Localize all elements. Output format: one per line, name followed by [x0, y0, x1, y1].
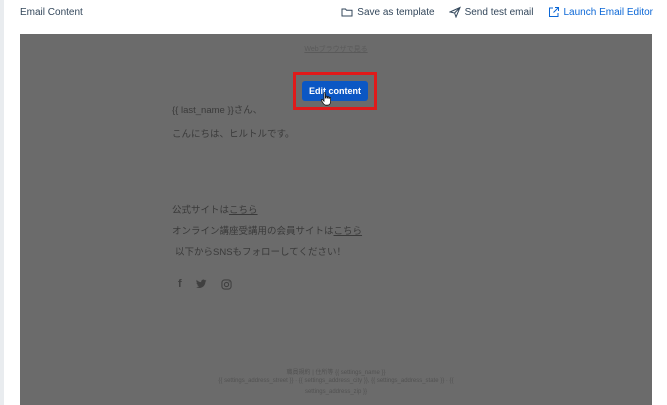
instagram-icon[interactable]	[221, 278, 232, 290]
edit-content-highlight: Edit content	[293, 72, 377, 110]
member-site-link[interactable]: こちら	[334, 226, 363, 237]
header: Email Content Save as template Send test…	[0, 0, 667, 30]
launch-email-editor-button[interactable]: Launch Email Editor	[548, 6, 654, 18]
twitter-icon[interactable]	[195, 279, 207, 289]
section-title: Email Content	[20, 7, 83, 18]
send-icon	[448, 6, 461, 18]
view-in-browser-link[interactable]: Webブラウザで見る	[20, 44, 652, 54]
footer-line-2: {{ settings_address_street }} · {{ setti…	[218, 378, 454, 384]
save-as-template-label: Save as template	[357, 6, 435, 18]
hand-cursor-icon	[320, 92, 331, 106]
social-icons: f	[178, 278, 232, 290]
official-site-prefix: 公式サイトは	[172, 205, 230, 216]
header-actions: Save as template Send test email Launch …	[341, 6, 653, 18]
intro-text: こんにちは、ヒルトルです。	[172, 129, 295, 140]
left-rail	[0, 0, 4, 405]
member-site-line: オンライン講座受講用の会員サイトはこちら	[172, 223, 362, 237]
footer-line-1: 職員規約 | 住所等 {{ settings_name }}	[286, 370, 386, 376]
footer-line-3: settings_address_zip }}	[304, 389, 368, 395]
edit-content-button[interactable]: Edit content	[302, 81, 368, 101]
follow-text: 以下からSNSもフォローしてください！	[175, 247, 346, 258]
facebook-icon[interactable]: f	[178, 278, 182, 290]
send-test-email-button[interactable]: Send test email	[448, 6, 534, 18]
member-site-prefix: オンライン講座受講用の会員サイトは	[172, 226, 334, 237]
launch-email-editor-label: Launch Email Editor	[563, 6, 654, 18]
official-site-line: 公式サイトはこちら	[172, 202, 258, 216]
official-site-link[interactable]: こちら	[229, 205, 258, 216]
email-preview[interactable]: Webブラウザで見る Edit content {{ last_name }}さ…	[20, 34, 652, 405]
greeting-text: {{ last_name }}さん、	[172, 105, 263, 116]
send-test-email-label: Send test email	[464, 6, 534, 18]
external-link-icon	[548, 7, 559, 17]
save-as-template-button[interactable]: Save as template	[341, 6, 435, 18]
folder-icon	[341, 8, 353, 17]
